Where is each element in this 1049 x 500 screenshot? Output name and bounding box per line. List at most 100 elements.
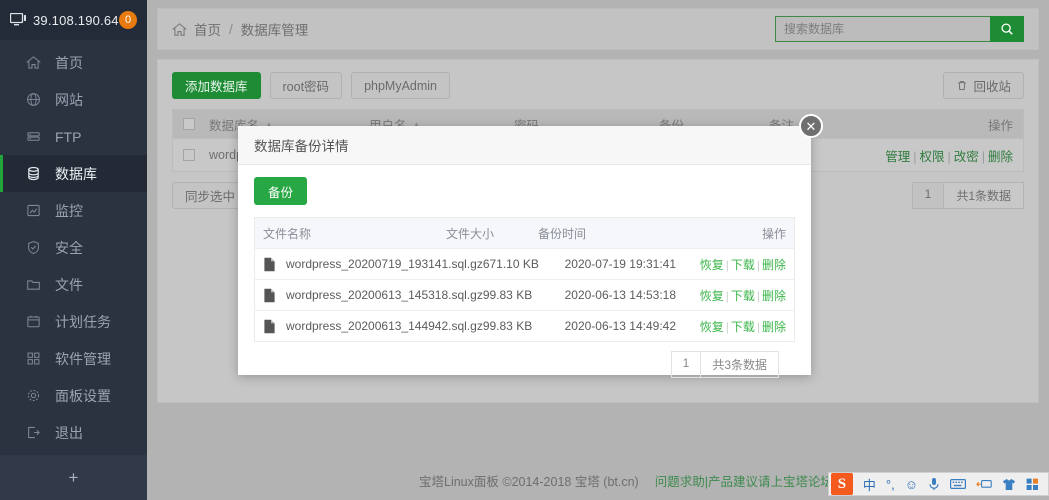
download-link[interactable]: 下载 — [731, 320, 755, 334]
ime-language-mode[interactable]: 中 — [863, 475, 876, 494]
delete-link[interactable]: 删除 — [762, 289, 786, 303]
trash-icon — [956, 79, 968, 92]
search-button[interactable] — [990, 16, 1024, 42]
modal-footer: 1 共3条数据 — [254, 342, 795, 378]
backup-file-row[interactable]: wordpress_20200719_193141.sql.gz 671.10 … — [255, 248, 794, 279]
cell-actions: 恢复 | 下载 | 删除 — [699, 288, 786, 303]
breadcrumb-separator: / — [229, 21, 233, 37]
database-icon — [26, 166, 46, 181]
forum-link[interactable]: 问题求助|产品建议请上宝塔论坛 — [655, 471, 833, 490]
sidebar-item-home[interactable]: 首页 — [0, 44, 147, 81]
grid-icon — [26, 351, 46, 366]
page-number[interactable]: 1 — [912, 183, 944, 208]
sidebar-item-label: 文件 — [55, 276, 83, 293]
phpmyadmin-button[interactable]: phpMyAdmin — [351, 72, 451, 99]
select-all-checkbox[interactable] — [183, 118, 195, 130]
sync-selected-button[interactable]: 同步选中 — [172, 182, 249, 209]
ime-skin-icon[interactable] — [1002, 478, 1016, 491]
delete-link[interactable]: 删除 — [988, 150, 1013, 164]
restore-link[interactable]: 恢复 — [700, 289, 724, 303]
backup-file-table: 文件名称 文件大小 备份时间 操作 wordpress_20200719_193… — [254, 217, 795, 342]
backup-file-row[interactable]: wordpress_20200613_144942.sql.gz 99.83 K… — [255, 310, 794, 341]
ime-punctuation-icon[interactable]: °, — [886, 477, 895, 492]
change-password-link[interactable]: 改密 — [954, 150, 979, 164]
home-icon[interactable] — [172, 22, 187, 37]
cell-filesize: 99.83 KB — [482, 288, 533, 302]
sidebar-item-website[interactable]: 网站 — [0, 81, 147, 118]
sidebar-item-software[interactable]: 软件管理 — [0, 340, 147, 377]
total-count-label: 共3条数据 — [700, 352, 778, 377]
cell-filename: wordpress_20200719_193141.sql.gz — [263, 257, 483, 272]
cell-backuptime: 2020-07-19 19:31:41 — [564, 257, 677, 271]
sidebar-item-security[interactable]: 安全 — [0, 229, 147, 266]
globe-icon — [26, 92, 46, 107]
cell-filename: wordpress_20200613_145318.sql.gz — [263, 288, 483, 303]
cell-actions: 恢复 | 下载 | 删除 — [699, 257, 786, 272]
pagination: 1 共1条数据 — [911, 182, 1024, 209]
file-icon — [263, 319, 276, 334]
sidebar-item-crontab[interactable]: 计划任务 — [0, 303, 147, 340]
sidebar-item-logout[interactable]: 退出 — [0, 414, 147, 451]
ime-toolbox-icon[interactable] — [976, 478, 992, 490]
monitor-icon — [10, 13, 26, 27]
breadcrumb: 首页 / 数据库管理 — [172, 19, 308, 39]
cell-filesize: 671.10 KB — [482, 257, 539, 271]
breadcrumb-current: 数据库管理 — [240, 23, 309, 38]
home-icon — [26, 55, 46, 70]
recycle-bin-button[interactable]: 回收站 — [943, 72, 1024, 99]
filename-text: wordpress_20200613_145318.sql.gz — [286, 288, 483, 302]
sidebar-item-label: 安全 — [55, 239, 83, 256]
cell-actions: 恢复 | 下载 | 删除 — [699, 319, 786, 334]
root-password-button[interactable]: root密码 — [269, 72, 343, 99]
restore-link[interactable]: 恢复 — [700, 320, 724, 334]
column-header-filesize: 文件大小 — [446, 226, 495, 241]
cell-actions: 管理 | 权限 | 改密 | 删除 — [885, 149, 1013, 164]
notification-badge[interactable]: 0 — [119, 11, 137, 29]
page-number[interactable]: 1 — [672, 352, 701, 377]
filename-text: wordpress_20200719_193141.sql.gz — [286, 257, 483, 271]
ime-microphone-icon[interactable] — [928, 477, 940, 491]
delete-link[interactable]: 删除 — [762, 320, 786, 334]
row-checkbox[interactable] — [183, 149, 195, 161]
calendar-icon — [26, 314, 46, 329]
delete-link[interactable]: 删除 — [762, 258, 786, 272]
chart-icon — [26, 203, 46, 218]
backup-detail-modal: ✕ 数据库备份详情 备份 文件名称 文件大小 备份时间 操作 wordpress… — [238, 114, 823, 378]
download-link[interactable]: 下载 — [731, 258, 755, 272]
ime-apps-icon[interactable] — [1026, 478, 1039, 491]
search-box — [775, 16, 1024, 42]
restore-link[interactable]: 恢复 — [700, 258, 724, 272]
recycle-bin-label: 回收站 — [973, 80, 1011, 94]
top-bar: 首页 / 数据库管理 — [157, 8, 1039, 50]
backup-file-row[interactable]: wordpress_20200613_145318.sql.gz 99.83 K… — [255, 279, 794, 310]
ime-keyboard-icon[interactable] — [950, 478, 966, 490]
sidebar-item-label: 计划任务 — [55, 313, 111, 330]
permission-link[interactable]: 权限 — [919, 150, 944, 164]
sidebar-item-monitor[interactable]: 监控 — [0, 192, 147, 229]
sogou-logo-icon[interactable]: S — [830, 473, 853, 495]
sidebar-item-settings[interactable]: 面板设置 — [0, 377, 147, 414]
sidebar-item-database[interactable]: 数据库 — [0, 155, 147, 192]
column-header-backuptime: 备份时间 — [538, 226, 587, 241]
sidebar-item-label: 网站 — [55, 91, 83, 108]
sidebar-menu: 首页 网站 FTP 数据库 监控 安全 文件 计划任务 软件管理 面板设置 退出 — [0, 40, 147, 451]
cell-backuptime: 2020-06-13 14:49:42 — [564, 319, 677, 333]
close-icon[interactable]: ✕ — [799, 114, 823, 138]
add-database-button[interactable]: 添加数据库 — [172, 72, 261, 99]
ime-emoji-icon[interactable]: ☺ — [905, 477, 918, 492]
search-input[interactable] — [775, 16, 990, 42]
sidebar-item-ftp[interactable]: FTP — [0, 118, 147, 155]
sidebar-item-files[interactable]: 文件 — [0, 266, 147, 303]
sidebar-add-button[interactable]: + — [0, 455, 147, 500]
app-root: 39.108.190.64 0 首页 网站 FTP 数据库 监控 安全 文件 计… — [0, 0, 1049, 500]
copyright-text: 宝塔Linux面板 ©2014-2018 宝塔 (bt.cn) — [419, 474, 639, 489]
breadcrumb-home[interactable]: 首页 — [194, 19, 221, 39]
backup-button[interactable]: 备份 — [254, 177, 308, 205]
manage-link[interactable]: 管理 — [885, 150, 910, 164]
download-link[interactable]: 下载 — [731, 289, 755, 303]
sidebar-header: 39.108.190.64 0 — [0, 0, 147, 40]
sidebar-item-label: FTP — [55, 128, 82, 145]
sidebar: 39.108.190.64 0 首页 网站 FTP 数据库 监控 安全 文件 计… — [0, 0, 147, 500]
column-header-actions: 操作 — [761, 226, 786, 241]
file-icon — [263, 288, 276, 303]
